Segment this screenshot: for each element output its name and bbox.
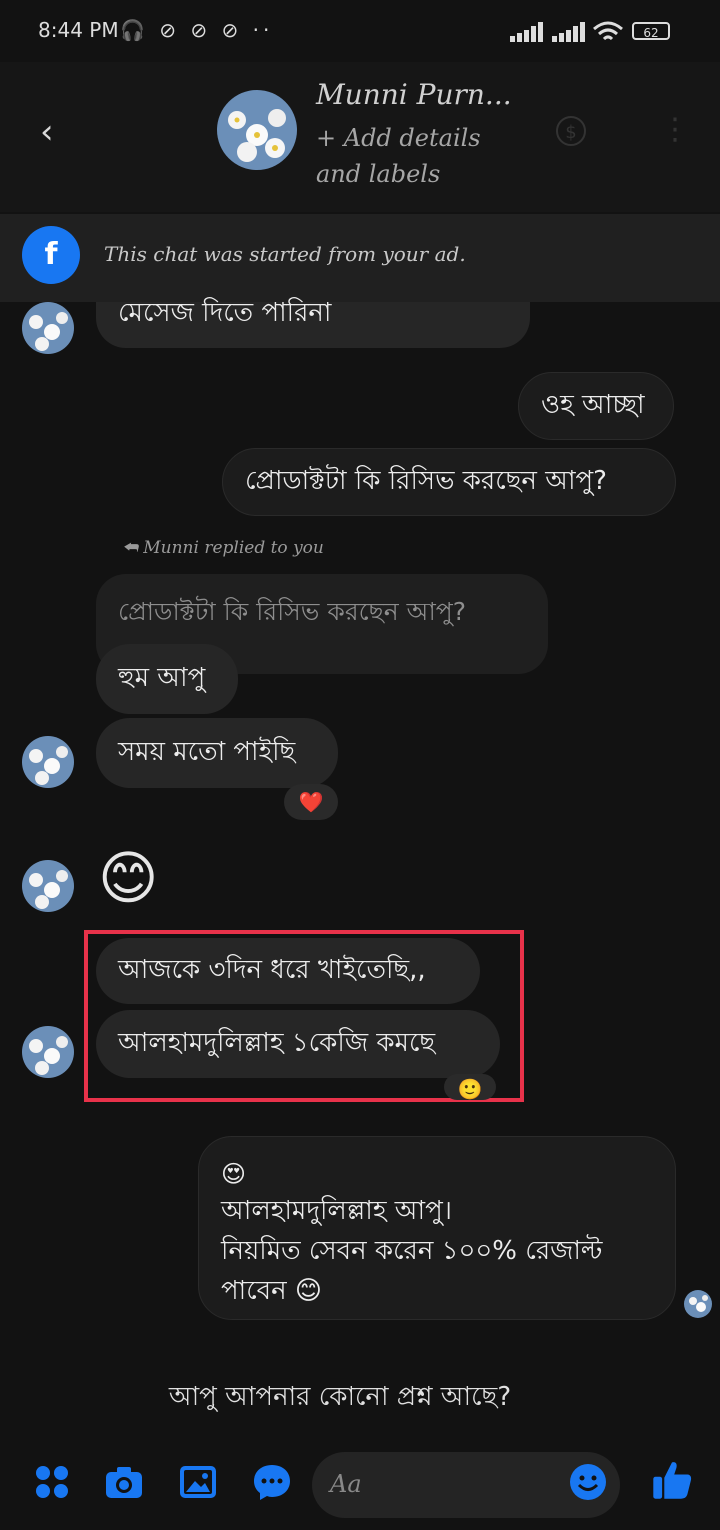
message-bubble[interactable]: হুম আপু	[96, 644, 238, 714]
camera-icon[interactable]	[104, 1462, 144, 1502]
status-time: 8:44 PM	[38, 18, 119, 42]
wifi-icon	[593, 21, 623, 41]
smile-reaction[interactable]: 🙂	[444, 1074, 496, 1100]
replied-label: ⮪ Munni replied to you	[122, 538, 324, 558]
notification-icons: 🎧 ⊘ ⊘ ⊘ ··	[120, 18, 274, 42]
messenger-chat-icon[interactable]	[252, 1462, 292, 1502]
sender-avatar	[22, 736, 74, 788]
gallery-icon[interactable]	[178, 1462, 218, 1502]
message-line: পাবেন 😊	[221, 1276, 322, 1306]
sender-avatar	[22, 302, 74, 354]
reply-icon: ⮪	[122, 538, 138, 558]
message-bubble[interactable]: আলহামদুলিল্লাহ ১কেজি কমছে	[96, 1010, 500, 1078]
sender-avatar	[22, 860, 74, 912]
back-icon[interactable]: ‹	[40, 112, 54, 152]
message-line: আলহামদুলিল্লাহ আপু।	[221, 1196, 453, 1226]
message-line: নিয়মিত সেবন করেন ১০০% রেজাল্ট	[221, 1236, 603, 1266]
message-bubble-out[interactable]: 😍 আলহামদুলিল্লাহ আপু। নিয়মিত সেবন করেন …	[198, 1136, 676, 1320]
message-bubble-out[interactable]: প্রোডাক্টটা কি রিসিভ করছেন আপু?	[222, 448, 676, 516]
contact-avatar[interactable]	[217, 90, 297, 170]
heart-reaction[interactable]: ❤️	[284, 784, 338, 820]
message-bubble[interactable]: মেসেজ দিতে পারিনা	[96, 298, 530, 348]
ad-banner-text: This chat was started from your ad.	[104, 242, 466, 266]
like-icon[interactable]	[650, 1458, 694, 1502]
message-emoji: 😍	[221, 1160, 247, 1188]
sender-avatar	[22, 1026, 74, 1078]
more-options-icon[interactable]: ⋮	[660, 112, 690, 147]
message-bubble[interactable]: আজকে ৩দিন ধরে খাইতেছি,,	[96, 938, 480, 1004]
facebook-icon: f	[22, 226, 80, 284]
message-bubble-out[interactable]: ওহ আচ্ছা	[518, 372, 674, 440]
signal-icon	[510, 22, 544, 42]
status-bar: 8:44 PM 🎧 ⊘ ⊘ ⊘ ·· 62	[0, 0, 720, 62]
apps-icon[interactable]	[32, 1462, 72, 1502]
dollar-icon[interactable]: $	[556, 116, 586, 146]
contact-name[interactable]: Munni Purn...	[316, 78, 512, 111]
add-details-link[interactable]: + Add details and labels	[316, 120, 516, 192]
message-bubble[interactable]: সময় মতো পাইছি	[96, 718, 338, 788]
emoji-icon[interactable]	[568, 1462, 608, 1502]
seen-avatar	[684, 1290, 712, 1318]
suggested-question[interactable]: আপু আপনার কোনো প্রশ্ন আছে?	[0, 1376, 680, 1420]
signal-icon-2	[552, 22, 586, 42]
battery-icon: 62	[632, 22, 670, 40]
emoji-message[interactable]: 😊	[98, 842, 158, 914]
message-input-placeholder: Aa	[330, 1470, 362, 1498]
replied-text: Munni replied to you	[143, 538, 324, 558]
